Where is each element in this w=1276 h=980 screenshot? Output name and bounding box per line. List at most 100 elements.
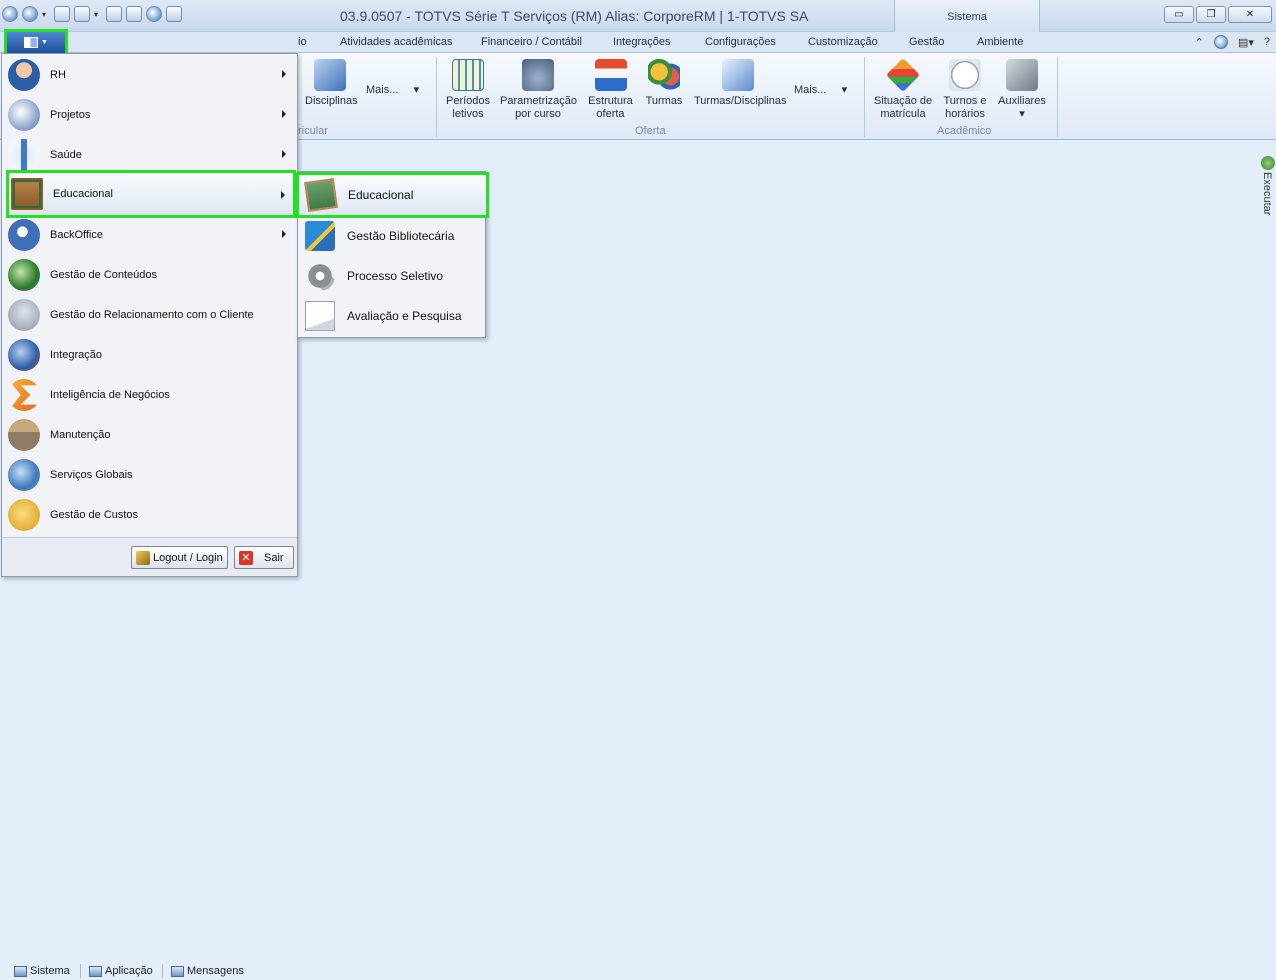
- app-menu-button[interactable]: ▼: [4, 29, 68, 56]
- classes-disciplines-icon: [722, 59, 754, 91]
- chevron-down-icon[interactable]: ▾: [94, 10, 102, 19]
- auxiliares-button[interactable]: Auxiliares ▾: [998, 59, 1046, 121]
- logout-login-button[interactable]: Logout / Login: [131, 546, 228, 569]
- users-icon: [136, 550, 150, 565]
- submenu-item-gestao-bibliotecaria[interactable]: Gestão Bibliotecária: [299, 216, 485, 256]
- chevron-right-icon: [282, 110, 286, 118]
- group-label-academico: Acadêmico: [937, 125, 992, 137]
- title-bar: ▾ ▾ 03.9.0507 - TOTVS Série T Serviços (…: [0, 0, 1276, 32]
- status-bar: Sistema Aplicação Mensagens: [0, 962, 1276, 980]
- estrutura-oferta-button[interactable]: Estrutura oferta: [587, 59, 634, 121]
- classes-icon: [648, 59, 680, 91]
- monitor-icon: [14, 965, 27, 977]
- app-icon[interactable]: [2, 6, 18, 22]
- menu-item-educacional[interactable]: Educacional: [6, 170, 296, 218]
- person-icon: [8, 59, 40, 91]
- chevron-down-icon[interactable]: ▾: [42, 10, 50, 19]
- menu-item-label: RH: [50, 69, 66, 81]
- turmas-button[interactable]: Turmas: [645, 59, 683, 108]
- globe-icon[interactable]: [146, 6, 162, 22]
- button-label: Auxiliares: [998, 95, 1046, 107]
- window-icon[interactable]: [74, 6, 90, 22]
- side-tab-executar[interactable]: Executar: [1260, 150, 1276, 220]
- chevron-up-icon[interactable]: ⌃: [1195, 36, 1204, 49]
- menu-item-manutencao[interactable]: Manutenção: [2, 415, 297, 455]
- help-icon[interactable]: ?: [1264, 36, 1270, 48]
- copy-icon[interactable]: [166, 6, 182, 22]
- status-tab-mensagens[interactable]: Mensagens: [171, 965, 244, 977]
- submenu-item-educacional[interactable]: Educacional: [296, 172, 489, 218]
- dollar-icon: [8, 219, 40, 251]
- group-separator: [436, 57, 437, 137]
- button-label: por curso: [515, 108, 561, 120]
- situacao-matricula-button[interactable]: Situação de matrícula: [874, 58, 933, 121]
- menu-item-label: BackOffice: [50, 229, 103, 241]
- tab-customizacao[interactable]: Customização: [808, 36, 878, 48]
- menu-item-servicos-globais[interactable]: Serviços Globais: [2, 455, 297, 495]
- parametrizacao-button[interactable]: Parametrização por curso: [500, 59, 577, 121]
- tab-partial[interactable]: io: [298, 36, 307, 48]
- tab-financeiro-contabil[interactable]: Financeiro / Contábil: [481, 36, 582, 48]
- chevron-right-icon: [281, 191, 285, 199]
- submenu-item-processo-seletivo[interactable]: Processo Seletivo: [299, 256, 485, 296]
- refresh-icon[interactable]: [22, 6, 38, 22]
- tab-ambiente[interactable]: Ambiente: [977, 36, 1023, 48]
- tab-configuracoes[interactable]: Configurações: [705, 36, 776, 48]
- new-window-icon[interactable]: [54, 6, 70, 22]
- side-tab-label: Executar: [1261, 172, 1273, 216]
- button-label: Períodos: [445, 95, 491, 107]
- menu-item-projetos[interactable]: Projetos: [2, 95, 297, 135]
- layout-icon[interactable]: ▤▾: [1238, 36, 1254, 49]
- button-label: Turmas/Disciplinas: [694, 95, 787, 107]
- menu-item-label: Serviços Globais: [50, 469, 133, 481]
- turmas-disciplinas-button[interactable]: Turmas/Disciplinas: [694, 59, 787, 108]
- menu-item-gestao-custos[interactable]: Gestão de Custos: [2, 495, 297, 535]
- minimize-button[interactable]: ▭: [1164, 6, 1194, 23]
- close-button[interactable]: ✕: [1228, 6, 1272, 23]
- menu-item-saude[interactable]: Saúde: [2, 135, 297, 175]
- tab-integracoes[interactable]: Integrações: [613, 36, 670, 48]
- group-label-curricular: ricular: [298, 125, 328, 137]
- menu-item-inteligencia-negocios[interactable]: Inteligência de Negócios: [2, 375, 297, 415]
- disciplinas-button[interactable]: Disciplinas: [305, 59, 358, 108]
- submenu-item-label: Gestão Bibliotecária: [347, 229, 455, 243]
- piggy-bank-icon: [8, 499, 40, 531]
- educacional-submenu: Educacional Gestão Bibliotecária Process…: [296, 171, 489, 338]
- menu-item-gestao-conteudos[interactable]: Gestão de Conteúdos: [2, 255, 297, 295]
- gear-icon: [1261, 156, 1275, 170]
- tab-atividades-academicas[interactable]: Atividades acadêmicas: [340, 36, 453, 48]
- button-label: Situação de: [874, 95, 933, 107]
- tab-gestao[interactable]: Gestão: [909, 36, 944, 48]
- disciplinas-label: Disciplinas: [305, 95, 358, 107]
- group-separator: [1057, 57, 1058, 137]
- menu-item-label: Manutenção: [50, 429, 111, 441]
- mais-label: Mais...: [794, 84, 827, 96]
- status-tab-aplicacao[interactable]: Aplicação: [89, 965, 153, 977]
- structure-icon: [594, 59, 627, 91]
- menu-item-crm[interactable]: Gestão do Relacionamento com o Cliente: [2, 295, 297, 335]
- mais-curricular-button[interactable]: Mais... ▾: [366, 83, 419, 96]
- globe-icon[interactable]: [1213, 35, 1228, 49]
- export-icon[interactable]: [106, 6, 122, 22]
- submenu-item-label: Educacional: [348, 188, 414, 202]
- messages-icon: [171, 965, 184, 977]
- mais-label: Mais...: [366, 84, 399, 96]
- menu-item-backoffice[interactable]: BackOffice: [2, 215, 297, 255]
- integration-globe-icon: [8, 339, 40, 371]
- projects-icon: [8, 99, 40, 131]
- context-tab-sistema[interactable]: Sistema: [894, 0, 1040, 32]
- sair-button[interactable]: ✕ Sair: [234, 546, 294, 569]
- periodos-letivos-button[interactable]: Períodos letivos: [445, 59, 491, 121]
- satellite-dish-icon: [8, 299, 40, 331]
- menu-item-label: Gestão do Relacionamento com o Cliente: [50, 309, 254, 321]
- ribbon-right-controls: ⌃ ▤▾ ?: [1195, 35, 1270, 49]
- menu-item-rh[interactable]: RH: [2, 55, 297, 95]
- status-tab-sistema[interactable]: Sistema: [14, 965, 70, 977]
- tools-icon[interactable]: [126, 6, 142, 22]
- sigma-icon: [8, 379, 40, 411]
- restore-button[interactable]: ❐: [1196, 6, 1226, 23]
- menu-item-integracao[interactable]: Integração: [2, 335, 297, 375]
- submenu-item-avaliacao-pesquisa[interactable]: Avaliação e Pesquisa: [299, 296, 485, 336]
- mais-oferta-button[interactable]: Mais... ▾: [794, 83, 847, 96]
- turnos-horarios-button[interactable]: Turnos e horários: [942, 59, 988, 121]
